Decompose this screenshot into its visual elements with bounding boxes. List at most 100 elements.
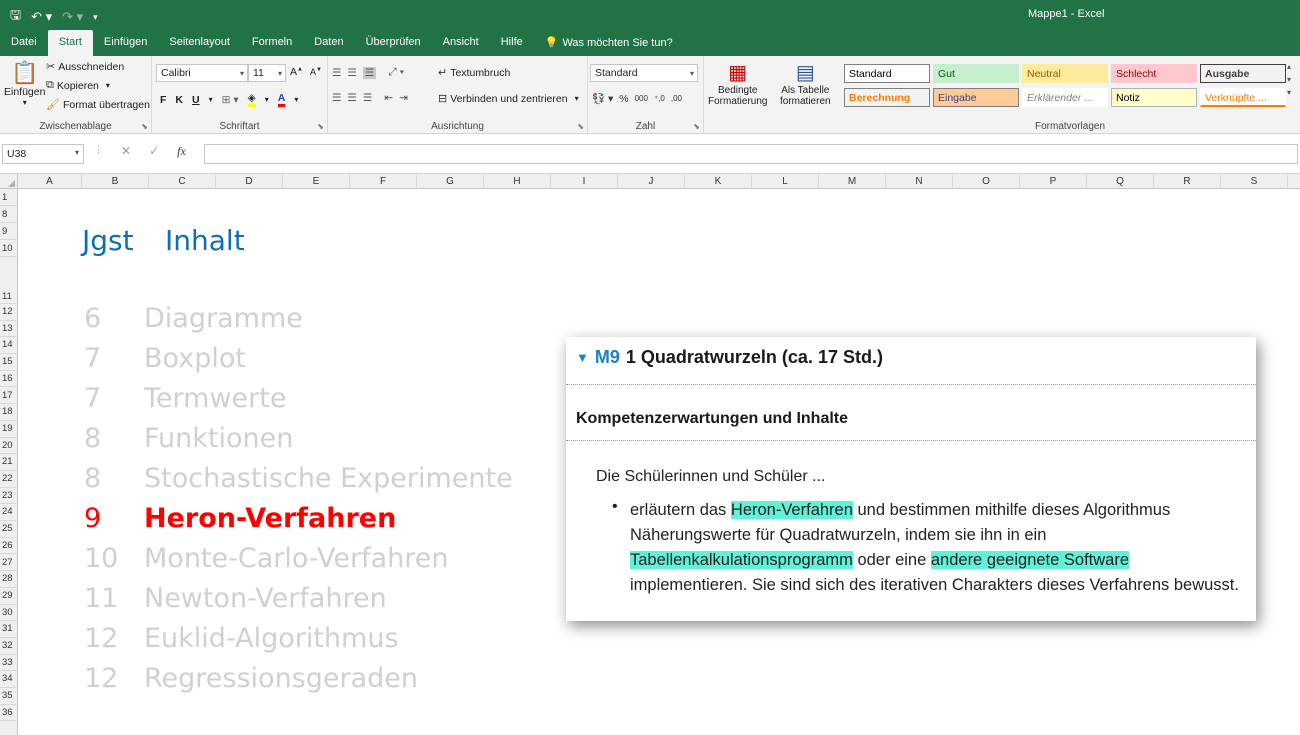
style-ausgabe[interactable]: Ausgabe: [1200, 64, 1286, 83]
row-header-30[interactable]: 30: [0, 605, 18, 622]
style-standard[interactable]: Standard: [844, 64, 930, 83]
column-header-c[interactable]: C: [149, 174, 216, 189]
row-header-12[interactable]: 12: [0, 304, 18, 321]
row-header-32[interactable]: 32: [0, 638, 18, 655]
style-eingabe[interactable]: Eingabe: [933, 88, 1019, 107]
number-format-select[interactable]: Standard ▾: [590, 64, 698, 82]
style-erklärender[interactable]: Erklärender ...: [1022, 88, 1108, 107]
row-header-21[interactable]: 21: [0, 454, 18, 471]
tab-seitenlayout[interactable]: Seitenlayout: [158, 30, 241, 56]
row-header-15[interactable]: 15: [0, 354, 18, 371]
column-header-s[interactable]: S: [1221, 174, 1288, 189]
decrease-decimal-icon[interactable]: ,00: [671, 94, 682, 103]
column-header-o[interactable]: O: [953, 174, 1020, 189]
row-header-31[interactable]: 31: [0, 621, 18, 638]
row-header-8[interactable]: 8: [0, 206, 18, 223]
merge-center-button[interactable]: ⊟ Verbinden und zentrieren ▾: [438, 92, 579, 106]
copy-button[interactable]: ⧉ Kopieren ▾: [46, 79, 110, 92]
underline-button[interactable]: U: [192, 94, 200, 106]
row-header-28[interactable]: 28: [0, 571, 18, 588]
style-berechnung[interactable]: Berechnung: [844, 88, 930, 107]
expand-gallery-icon[interactable]: ▾: [1287, 88, 1291, 97]
row-header-18[interactable]: 18: [0, 404, 18, 421]
tab-datei[interactable]: Datei: [0, 30, 48, 56]
caret-down-icon[interactable]: ▼: [576, 350, 589, 365]
select-all-corner[interactable]: [0, 174, 18, 189]
insert-function-icon[interactable]: fx: [177, 144, 186, 159]
thousands-icon[interactable]: 000: [635, 94, 648, 103]
increase-decimal-icon[interactable]: ⁺,0: [654, 94, 665, 103]
tab-hilfe[interactable]: Hilfe: [490, 30, 534, 56]
column-header-a[interactable]: A: [18, 174, 82, 189]
row-header-29[interactable]: 29: [0, 588, 18, 605]
column-header-e[interactable]: E: [283, 174, 350, 189]
row-header-17[interactable]: 17: [0, 388, 18, 405]
column-header-k[interactable]: K: [685, 174, 752, 189]
column-header-n[interactable]: N: [886, 174, 953, 189]
row-header-35[interactable]: 35: [0, 688, 18, 705]
chevron-down-icon[interactable]: ▾: [1287, 75, 1291, 84]
row-header-25[interactable]: 25: [0, 521, 18, 538]
align-center-icon[interactable]: ☰: [347, 92, 356, 104]
style-neutral[interactable]: Neutral: [1022, 64, 1108, 83]
row-header-16[interactable]: 16: [0, 371, 18, 388]
format-painter-button[interactable]: 🖌 Format übertragen: [46, 98, 150, 112]
style-gut[interactable]: Gut: [933, 64, 1019, 83]
orientation-icon[interactable]: ⤢ ▾: [388, 66, 404, 79]
enter-icon[interactable]: ✓: [149, 144, 159, 159]
column-header-b[interactable]: B: [82, 174, 149, 189]
align-bottom-icon[interactable]: ☰: [362, 66, 377, 79]
dialog-launcher-icon[interactable]: ⬊: [693, 122, 700, 131]
tab-formeln[interactable]: Formeln: [241, 30, 303, 56]
name-box[interactable]: U38 ▾: [2, 144, 84, 164]
column-header-l[interactable]: L: [752, 174, 819, 189]
customize-icon[interactable]: ▾: [93, 12, 98, 23]
row-header-22[interactable]: 22: [0, 471, 18, 488]
row-header-36[interactable]: 36: [0, 705, 18, 722]
redo-icon[interactable]: ↷ ▾: [62, 9, 83, 25]
tab-ansicht[interactable]: Ansicht: [432, 30, 490, 56]
chevron-up-icon[interactable]: ▴: [1287, 62, 1291, 71]
dialog-launcher-icon[interactable]: ⬊: [141, 122, 148, 131]
decrease-font-icon[interactable]: A▼: [310, 67, 322, 77]
row-header-20[interactable]: 20: [0, 438, 18, 455]
column-header-i[interactable]: I: [551, 174, 618, 189]
tell-me-search[interactable]: 💡 Was möchten Sie tun?: [534, 30, 684, 56]
row-header-27[interactable]: 27: [0, 555, 18, 572]
align-top-icon[interactable]: ☰: [332, 67, 341, 79]
wrap-text-button[interactable]: ↵ Textumbruch: [438, 66, 510, 80]
currency-icon[interactable]: 💱 ▾: [592, 92, 613, 105]
cancel-icon[interactable]: ✕: [121, 144, 131, 159]
dialog-launcher-icon[interactable]: ⬊: [577, 122, 584, 131]
increase-indent-icon[interactable]: ⇥: [399, 92, 408, 104]
increase-font-icon[interactable]: A▲: [290, 66, 303, 78]
column-header-f[interactable]: F: [350, 174, 417, 189]
decrease-indent-icon[interactable]: ⇤: [384, 92, 393, 104]
cut-button[interactable]: ✂ Ausschneiden: [46, 60, 124, 74]
column-header-q[interactable]: Q: [1087, 174, 1154, 189]
tab-start[interactable]: Start: [47, 30, 93, 56]
row-header-13[interactable]: 13: [0, 321, 18, 338]
gallery-scroll[interactable]: ▴ ▾ ▾: [1287, 62, 1291, 97]
tab-daten[interactable]: Daten: [303, 30, 354, 56]
paste-button[interactable]: 📋 Einfügen ▾: [4, 60, 45, 107]
column-header-p[interactable]: P: [1020, 174, 1087, 189]
border-icon[interactable]: ⊞ ▾: [222, 94, 239, 106]
bold-button[interactable]: F: [160, 94, 166, 106]
conditional-formatting-button[interactable]: ▦ Bedingte Formatierung: [708, 60, 767, 107]
style-verknüpfte[interactable]: Verknüpfte ...: [1200, 88, 1286, 107]
column-header-d[interactable]: D: [216, 174, 283, 189]
row-header-24[interactable]: 24: [0, 504, 18, 522]
row-header-19[interactable]: 19: [0, 421, 18, 438]
save-icon[interactable]: 🖫: [10, 6, 21, 28]
row-header-34[interactable]: 34: [0, 671, 18, 689]
percent-icon[interactable]: %: [619, 93, 628, 105]
column-header-h[interactable]: H: [484, 174, 551, 189]
align-right-icon[interactable]: ☰: [363, 92, 372, 104]
column-header-r[interactable]: R: [1154, 174, 1221, 189]
italic-button[interactable]: K: [175, 94, 183, 106]
format-as-table-button[interactable]: ▤ Als Tabelle formatieren: [780, 60, 831, 107]
align-middle-icon[interactable]: ☰: [347, 67, 356, 79]
font-color-icon[interactable]: A: [277, 92, 286, 107]
column-header-m[interactable]: M: [819, 174, 886, 189]
